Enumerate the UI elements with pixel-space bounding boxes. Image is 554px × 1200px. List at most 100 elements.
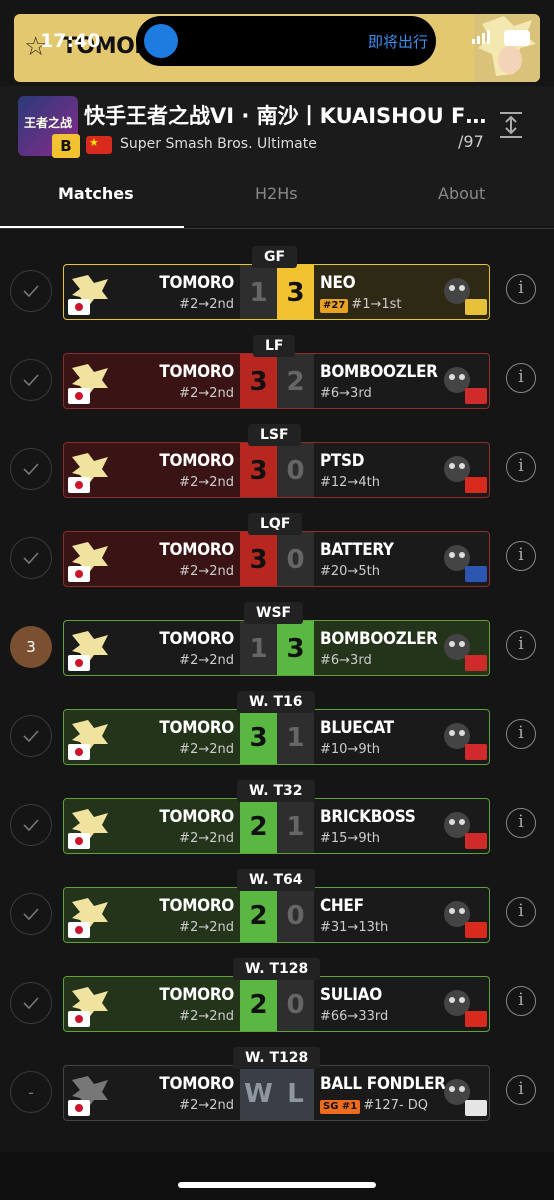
home-indicator[interactable] [178,1182,376,1188]
match-row[interactable]: TOMORO #2→2nd 2 0 CHEF #31→13th W. T64 i [0,869,554,953]
japan-flag-icon [68,1100,90,1116]
opponent-score: 0 [277,888,314,942]
match-row[interactable]: TOMORO #2→2nd 3 0 BATTERY #20→5th LQF i [0,513,554,597]
japan-flag-icon [68,388,90,404]
player-two-side: BOMBOOZLER #6→3rd [314,354,489,408]
player-two-side: BOMBOOZLER #6→3rd [314,621,489,675]
match-row[interactable]: TOMORO #2→2nd 2 0 SULIAO #66→33rd W. T12… [0,958,554,1042]
match-status-check[interactable] [10,804,52,846]
tournament-logo-text: 王者之战 [24,116,73,130]
player-two-side: BLUECAT #10→9th [314,710,489,764]
opponent-flag-icon [465,388,487,404]
opponent-seed-text: #10→9th [320,742,380,757]
match-status-check[interactable] [10,537,52,579]
opponent-seed: #6→3rd [320,653,372,668]
japan-flag-icon [68,922,90,938]
match-row[interactable]: TOMORO #2→2nd 3 0 PTSD #12→4th LSF i [0,424,554,508]
info-icon[interactable]: i [506,274,536,304]
match-status-check[interactable] [10,270,52,312]
player-name: TOMORO [159,807,234,827]
check-icon [23,552,39,564]
match-row[interactable]: TOMORO #2→2nd 1 3 NEO #27 #1→1st GF i [0,246,554,330]
match-row[interactable]: - TOMORO #2→2nd W L BALL FONDLER SG #1 #1… [0,1047,554,1131]
opponent-flag-icon [465,566,487,582]
match-status-pending[interactable]: - [10,1071,52,1113]
opponent-flag-icon [465,1100,487,1116]
opponent-badge: #27 [320,299,349,313]
opponent-seed: #15→9th [320,831,380,846]
round-label: W. T16 [237,691,315,713]
round-label: W. T128 [233,1047,321,1069]
match-card[interactable]: TOMORO #2→2nd 1 3 BOMBOOZLER #6→3rd [63,620,490,676]
player-two-side: BRICKBOSS #15→9th [314,799,489,853]
info-icon[interactable]: i [506,630,536,660]
match-status-check[interactable] [10,893,52,935]
player-name: TOMORO [159,362,234,382]
opponent-seed-text: #6→3rd [320,653,372,668]
signal-icon [472,30,490,44]
tab-matches[interactable]: Matches [58,184,134,203]
info-icon[interactable]: i [506,1075,536,1105]
match-row[interactable]: 3 TOMORO #2→2nd 1 3 BOMBOOZLER #6→3rd WS… [0,602,554,686]
expand-icon[interactable] [496,110,526,140]
player-one-side: TOMORO #2→2nd [64,265,240,319]
match-card[interactable]: TOMORO #2→2nd W L BALL FONDLER SG #1 #127… [63,1065,490,1121]
info-icon[interactable]: i [506,541,536,571]
match-card[interactable]: TOMORO #2→2nd 2 0 SULIAO #66→33rd [63,976,490,1032]
live-activity[interactable]: 即将出行 [136,16,436,66]
player-one-side: TOMORO #2→2nd [64,1066,240,1120]
player-one-side: TOMORO #2→2nd [64,532,240,586]
opponent-name: BOMBOOZLER [320,362,438,382]
tournament-title[interactable]: 快手王者之战VI · 南沙丨KUAISHOU FIGHTCL... [84,100,494,130]
match-status-check[interactable] [10,715,52,757]
match-card[interactable]: TOMORO #2→2nd 1 3 NEO #27 #1→1st [63,264,490,320]
opponent-name: BOMBOOZLER [320,629,438,649]
opponent-badge: SG #1 [320,1100,361,1114]
opponent-seed-text: #31→13th [320,920,389,935]
japan-flag-icon [68,1011,90,1027]
opponent-flag-icon [465,299,487,315]
battery-icon [504,30,530,46]
player-two-side: BATTERY #20→5th [314,532,489,586]
match-row[interactable]: TOMORO #2→2nd 3 1 BLUECAT #10→9th W. T16… [0,691,554,775]
player-two-side: SULIAO #66→33rd [314,977,489,1031]
info-icon[interactable]: i [506,808,536,838]
round-label: GF [252,246,298,268]
opponent-seed-text: #66→33rd [320,1009,389,1024]
player-name: TOMORO [159,1074,234,1094]
match-card[interactable]: TOMORO #2→2nd 2 0 CHEF #31→13th [63,887,490,943]
match-row[interactable]: TOMORO #2→2nd 2 1 BRICKBOSS #15→9th W. T… [0,780,554,864]
match-card[interactable]: TOMORO #2→2nd 3 0 PTSD #12→4th [63,442,490,498]
tab-about[interactable]: About [438,184,485,203]
match-card[interactable]: TOMORO #2→2nd 3 0 BATTERY #20→5th [63,531,490,587]
tab-h2hs[interactable]: H2Hs [255,184,298,203]
opponent-seed: #20→5th [320,564,380,579]
match-card[interactable]: TOMORO #2→2nd 2 1 BRICKBOSS #15→9th [63,798,490,854]
info-icon[interactable]: i [506,452,536,482]
player-two-side: CHEF #31→13th [314,888,489,942]
info-icon[interactable]: i [506,719,536,749]
opponent-score: 0 [277,532,314,586]
check-icon [23,908,39,920]
match-card[interactable]: TOMORO #2→2nd 3 1 BLUECAT #10→9th [63,709,490,765]
opponent-name: BLUECAT [320,718,394,738]
tier-badge: B [52,134,80,158]
match-status-check[interactable] [10,359,52,401]
player-seed: #2→2nd [179,386,234,401]
info-icon[interactable]: i [506,986,536,1016]
info-icon[interactable]: i [506,363,536,393]
player-seed: #2→2nd [179,831,234,846]
japan-flag-icon [68,744,90,760]
match-status-check[interactable] [10,448,52,490]
match-status-number[interactable]: 3 [10,626,52,668]
round-label: W. T128 [233,958,321,980]
player-seed: #2→2nd [179,920,234,935]
match-row[interactable]: TOMORO #2→2nd 3 2 BOMBOOZLER #6→3rd LF i [0,335,554,419]
player-seed: #2→2nd [179,742,234,757]
entrant-count: /97 [458,132,484,151]
player-portrait [474,14,540,82]
match-status-check[interactable] [10,982,52,1024]
match-card[interactable]: TOMORO #2→2nd 3 2 BOMBOOZLER #6→3rd [63,353,490,409]
info-icon[interactable]: i [506,897,536,927]
tabs-divider [0,228,554,229]
